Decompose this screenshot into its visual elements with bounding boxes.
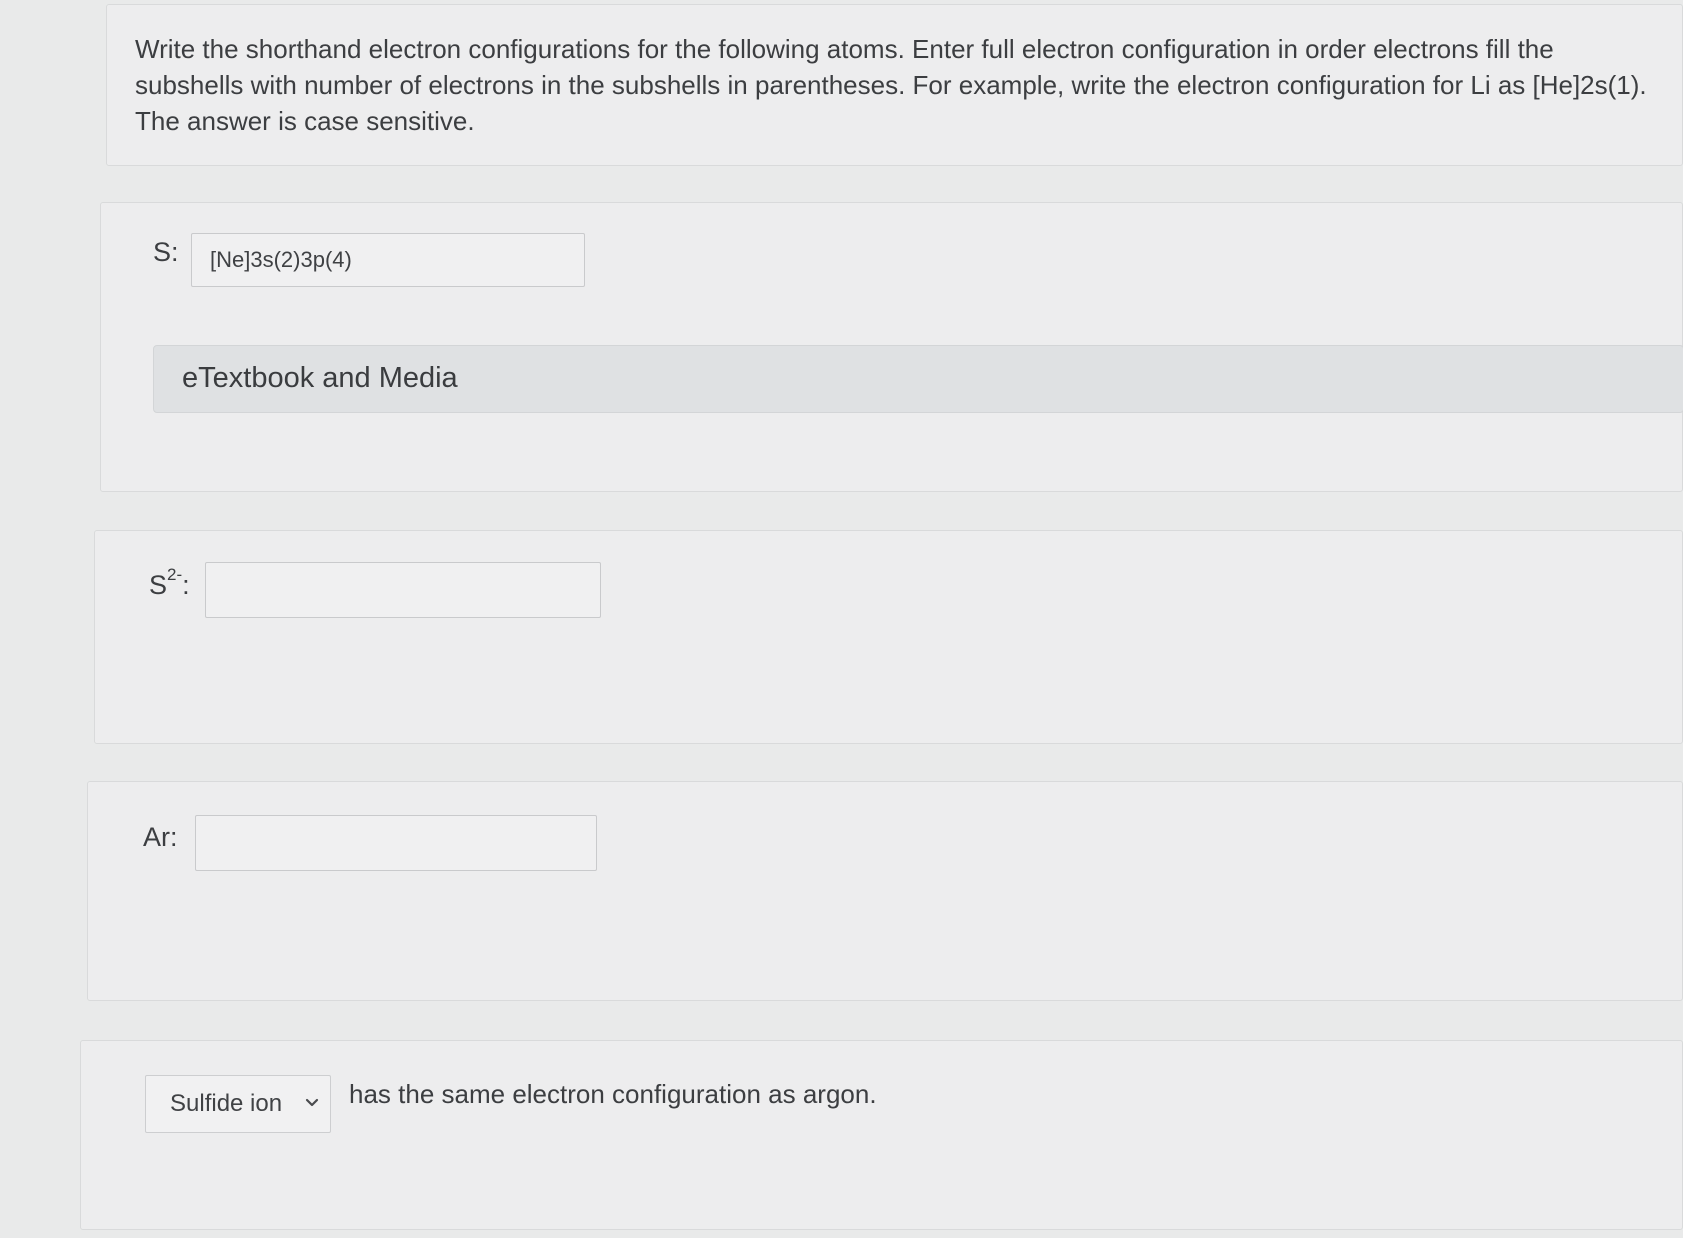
chevron-down-icon bbox=[305, 1098, 319, 1107]
question-same-config-panel: Sulfide ion has the same electron config… bbox=[80, 1040, 1683, 1230]
s-label: S: bbox=[153, 237, 179, 267]
instructions-panel: Write the shorthand electron configurati… bbox=[106, 4, 1683, 166]
ar-label: Ar: bbox=[143, 822, 178, 852]
same-config-sentence: has the same electron configuration as a… bbox=[349, 1079, 877, 1109]
etextbook-media-label: eTextbook and Media bbox=[182, 362, 458, 394]
question-s-panel: S: eTextbook and Media bbox=[100, 202, 1683, 492]
s2-label-colon: : bbox=[182, 570, 190, 600]
question-s2-panel: S2-: bbox=[94, 530, 1683, 744]
s2-config-input[interactable] bbox=[205, 562, 601, 618]
s-config-input[interactable] bbox=[191, 233, 585, 287]
ar-config-input[interactable] bbox=[195, 815, 597, 871]
etextbook-media-button[interactable]: eTextbook and Media bbox=[153, 345, 1683, 413]
instructions-text: Write the shorthand electron configurati… bbox=[135, 34, 1647, 136]
ion-select-value: Sulfide ion bbox=[170, 1090, 283, 1117]
ion-select-dropdown[interactable]: Sulfide ion bbox=[145, 1075, 331, 1133]
s2-label-charge: 2- bbox=[167, 565, 183, 584]
question-ar-panel: Ar: bbox=[87, 781, 1683, 1001]
s2-label: S2-: bbox=[149, 565, 190, 601]
s2-label-base: S bbox=[149, 570, 168, 600]
